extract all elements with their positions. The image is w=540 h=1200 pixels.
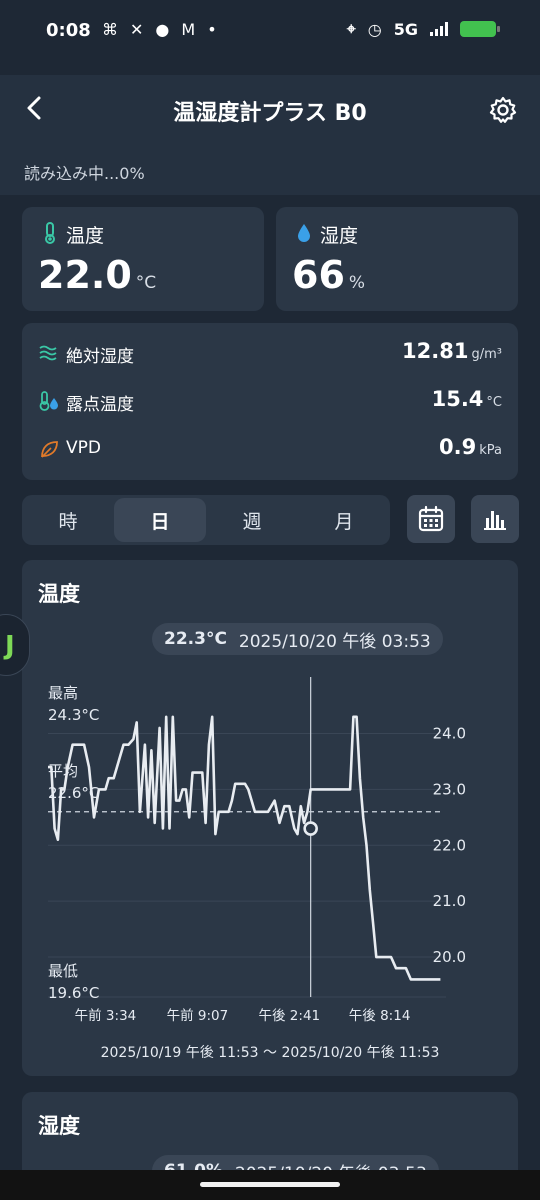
- period-selector: 時 日 週 月: [22, 495, 390, 545]
- y-tick-label: 21.0: [433, 892, 466, 910]
- humidity-unit: %: [348, 273, 366, 293]
- temperature-series-line: [48, 715, 441, 981]
- humidity-label: 湿度: [320, 225, 359, 247]
- system-nav-bar: [0, 1170, 540, 1200]
- location-icon: ⌖: [346, 19, 356, 38]
- temperature-label: 温度: [66, 225, 105, 247]
- home-gesture-pill[interactable]: [200, 1182, 340, 1187]
- x-tick-label: 午前 9:07: [167, 1007, 229, 1024]
- status-system-icons: ⌖ ◷ 5G: [346, 19, 500, 39]
- x-tick-label: 午後 8:14: [349, 1008, 411, 1024]
- y-tick-label: 20.0: [433, 948, 466, 966]
- max-label: 最高: [48, 684, 78, 702]
- temperature-value: 22.0 °C: [38, 253, 157, 297]
- chart-date-range: 2025/10/19 午後 11:53 ～ 2025/10/20 午後 11:5…: [100, 1045, 440, 1061]
- absolute-humidity-label: 絶対湿度: [66, 347, 134, 367]
- page-title: 温湿度計プラス B0: [173, 101, 367, 126]
- notification-icon: ⌘: [102, 20, 118, 39]
- app-bar: 温湿度計プラス B0 読み込み中...0%: [0, 75, 540, 195]
- vpd-row: VPD 0.9 kPa: [36, 435, 502, 465]
- app-logo-icon: J: [5, 631, 15, 661]
- absolute-humidity-row: 絶対湿度 12.81 g/m³: [36, 339, 502, 369]
- gear-icon: [489, 96, 517, 123]
- tab-week[interactable]: 週: [206, 495, 298, 545]
- dot-icon: •: [207, 20, 217, 39]
- chart-type-button[interactable]: [471, 495, 519, 543]
- vpd-label: VPD: [66, 438, 101, 458]
- network-label: 5G: [393, 19, 418, 39]
- dew-point-icon: [39, 391, 58, 411]
- y-tick-label: 24.0: [433, 725, 466, 743]
- chart2-title: 湿度: [38, 1114, 80, 1138]
- x-tick-label: 午前 3:34: [75, 1007, 137, 1024]
- tooltip-value: 22.3°C: [164, 629, 227, 649]
- humidity-value: 66%: [292, 253, 366, 297]
- status-notification-icons: ⌘ ✕ ● M •: [102, 20, 217, 39]
- calendar-button[interactable]: [407, 495, 455, 543]
- dew-point-value: 15.4 °C: [431, 387, 502, 411]
- tab-month[interactable]: 月: [298, 495, 390, 545]
- calendar-icon: [418, 505, 444, 532]
- signal-icon: [430, 22, 448, 36]
- temperature-unit: °C: [135, 273, 157, 293]
- tab-hour[interactable]: 時: [22, 495, 114, 545]
- alarm-icon: ◷: [367, 19, 382, 39]
- settings-button[interactable]: [488, 95, 518, 125]
- water-drop-icon: [298, 224, 310, 242]
- y-tick-label: 22.0: [433, 836, 466, 854]
- min-label: 最低: [48, 962, 78, 980]
- battery-icon: [460, 21, 500, 37]
- temperature-tile[interactable]: 温度 22.0 °C: [22, 207, 264, 311]
- cursor-point: [303, 821, 318, 836]
- tooltip-time: 2025/10/20 午後 03:53: [238, 631, 431, 652]
- status-time: 0:08: [46, 20, 91, 41]
- loading-status: 読み込み中...0%: [24, 164, 145, 183]
- absolute-humidity-icon: [39, 345, 57, 361]
- average-label: 平均: [48, 762, 78, 780]
- shuffle-icon: ✕: [130, 20, 144, 39]
- x-tick-label: 午後 2:41: [259, 1008, 321, 1024]
- dew-point-row: 露点温度 15.4 °C: [36, 387, 502, 417]
- average-value: 22.6°C: [48, 784, 99, 802]
- absolute-humidity-value: 12.81 g/m³: [402, 339, 502, 363]
- y-tick-label: 23.0: [433, 780, 466, 798]
- chart-tooltip: 22.3°C 2025/10/20 午後 03:53: [152, 623, 443, 655]
- circle-icon: ●: [155, 20, 170, 39]
- thermometer-icon: [45, 222, 55, 244]
- dew-point-label: 露点温度: [66, 395, 134, 415]
- humidity-tile[interactable]: 湿度 66%: [276, 207, 518, 311]
- vpd-value: 0.9 kPa: [439, 435, 502, 459]
- temperature-chart-card: 温度 24.0 23.0 22.0 21.0 20.0 午前 3:34 午前 9:07 午後 …: [22, 560, 518, 1076]
- gmail-icon: M: [181, 20, 196, 39]
- bar-chart-icon: [484, 511, 506, 530]
- status-bar: 0:08 ⌘ ✕ ● M • ⌖ ◷ 5G: [0, 0, 540, 62]
- min-value: 19.6°C: [48, 984, 99, 1002]
- max-value: 24.3°C: [48, 706, 99, 724]
- leaf-icon: [41, 441, 58, 458]
- tab-day[interactable]: 日: [114, 498, 206, 542]
- metrics-card: 絶対湿度 12.81 g/m³ 露点温度 15.4 °C VPD 0.9 kPa: [22, 323, 518, 480]
